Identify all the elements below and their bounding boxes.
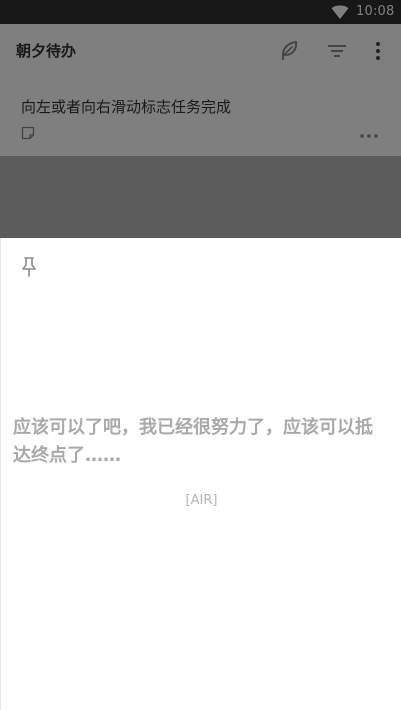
list-empty-area xyxy=(0,156,401,238)
status-time: 10:08 xyxy=(356,4,395,19)
more-horiz-icon[interactable] xyxy=(359,132,379,140)
status-bar: 10:08 xyxy=(0,0,401,24)
quote-tag: [AIR] xyxy=(185,493,218,508)
bottom-sheet: 应该可以了吧，我已经很努力了，应该可以抵达终点了…… [AIR] xyxy=(0,238,401,710)
pin-icon[interactable] xyxy=(20,256,38,278)
note-icon xyxy=(21,126,35,140)
quote-text: 应该可以了吧，我已经很努力了，应该可以抵达终点了…… xyxy=(13,417,373,466)
wifi-icon xyxy=(331,5,349,19)
leaf-icon[interactable] xyxy=(277,39,301,63)
more-vert-icon[interactable] xyxy=(366,39,390,63)
task-title: 向左或者向右滑动标志任务完成 xyxy=(21,98,232,116)
app-title: 朝夕待办 xyxy=(16,42,77,60)
filter-icon[interactable] xyxy=(325,39,349,63)
app-bar: 朝夕待办 xyxy=(0,24,401,80)
app-background: 朝夕待办 向左或者向右滑动标志任务完成 xyxy=(0,24,401,238)
task-item[interactable]: 向左或者向右滑动标志任务完成 xyxy=(0,88,401,156)
